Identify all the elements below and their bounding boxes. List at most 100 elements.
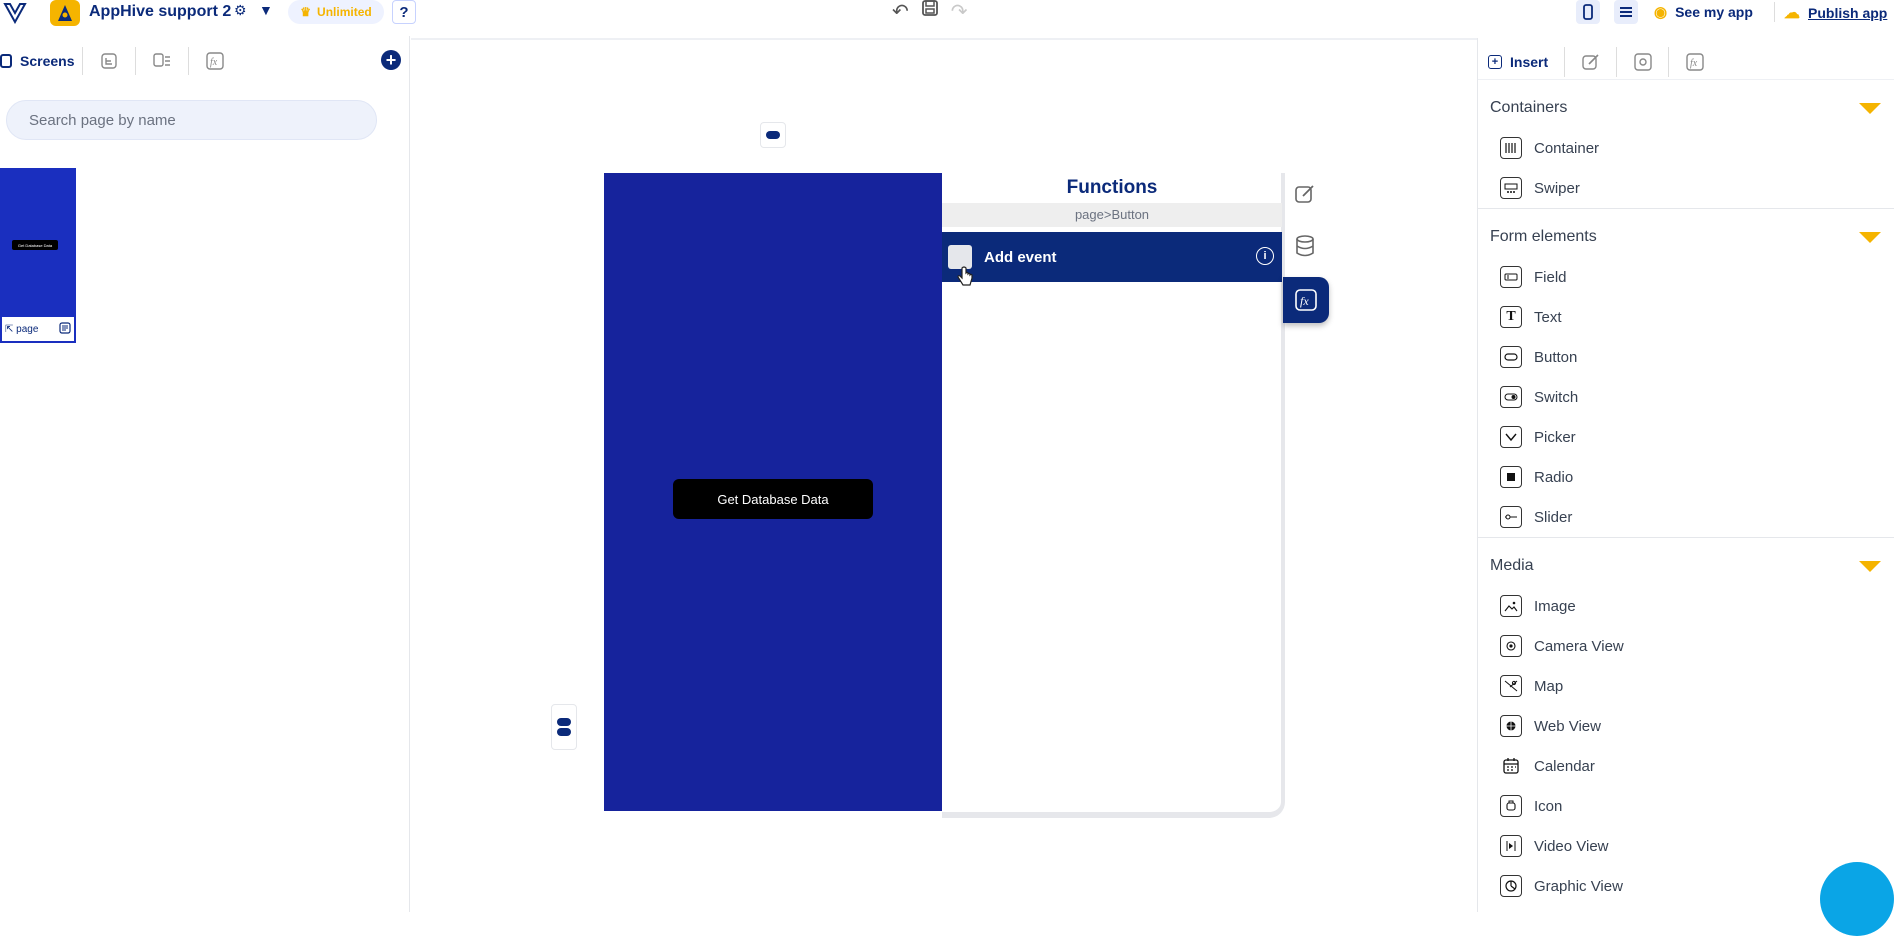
insert-item-map[interactable]: Map [1478, 666, 1894, 706]
insert-item-label: Text [1534, 308, 1562, 326]
insert-item-label: Field [1534, 268, 1567, 286]
add-screen-button[interactable]: + [381, 50, 401, 70]
edit-properties-icon[interactable] [1288, 177, 1322, 211]
insert-item-label: Container [1534, 139, 1600, 157]
divider [1774, 2, 1775, 22]
insert-item-slider[interactable]: Slider [1478, 497, 1894, 537]
gear-icon[interactable]: ⚙ [234, 2, 247, 19]
tab-edit-icon[interactable] [1565, 53, 1616, 71]
tab-data-icon[interactable] [136, 53, 188, 69]
insert-item-field[interactable]: Field [1478, 257, 1894, 297]
image-icon [1500, 595, 1522, 617]
insert-item-video-view[interactable]: Video View [1478, 826, 1894, 866]
insert-item-icon[interactable]: Icon [1478, 786, 1894, 826]
insert-item-label: Button [1534, 348, 1578, 366]
publish-app-button[interactable]: ☁ Publish app [1784, 3, 1887, 23]
tab-style-icon[interactable] [1617, 52, 1668, 71]
section-header[interactable]: Media [1478, 546, 1894, 586]
get-database-data-button[interactable]: Get Database Data [673, 479, 873, 519]
insert-item-label: Switch [1534, 388, 1579, 406]
chat-support-button[interactable] [1820, 862, 1894, 936]
publish-app-label: Publish app [1808, 5, 1888, 21]
insert-item-label: Slider [1534, 508, 1573, 526]
slider-icon [1500, 506, 1522, 528]
phone-screen-preview[interactable]: Get Database Data [604, 173, 942, 811]
insert-item-image[interactable]: Image [1478, 586, 1894, 626]
insert-panel: + Insert fx Containers Container Swiper … [1477, 38, 1894, 912]
insert-item-label: Swiper [1534, 179, 1580, 197]
insert-item-picker[interactable]: Picker [1478, 417, 1894, 457]
svg-text:fx: fx [1690, 58, 1698, 69]
section-form-elements: Form elements Field T Text Button Switch [1478, 217, 1894, 538]
plus-icon: + [1488, 54, 1502, 69]
section-containers: Containers Container Swiper [1478, 88, 1894, 209]
horizontal-resize-handle[interactable] [551, 704, 577, 750]
collapse-triangle-icon[interactable] [1859, 102, 1881, 114]
video-icon [1500, 835, 1522, 857]
add-event-row[interactable]: Add event i [942, 232, 1282, 282]
breadcrumb: page>Button [942, 203, 1282, 227]
mobile-device-icon[interactable] [1576, 0, 1600, 24]
thumbnail-footer: ⇱ page [2, 317, 74, 341]
eye-icon: ◉ [1654, 4, 1668, 21]
plan-badge[interactable]: ♛ Unlimited [288, 0, 384, 24]
history-controls: ↶ ↷ [892, 0, 968, 24]
database-icon[interactable] [1288, 229, 1322, 263]
app-name[interactable]: AppHive support 2 [89, 3, 231, 21]
insert-item-text[interactable]: T Text [1478, 297, 1894, 337]
insert-item-web-view[interactable]: Web View [1478, 706, 1894, 746]
insert-item-label: Picker [1534, 428, 1576, 446]
pie-chart-icon [1500, 875, 1522, 897]
page-label: page [16, 323, 39, 335]
screens-panel: Screens fx + Get Database Data ⇱ page [0, 36, 410, 912]
divider [1478, 537, 1894, 538]
undo-icon[interactable]: ↶ [892, 0, 909, 24]
collapse-triangle-icon[interactable] [1859, 560, 1881, 572]
thumbnail-page-label: ⇱ page [5, 323, 39, 335]
section-header[interactable]: Containers [1478, 88, 1894, 128]
tab-screens[interactable]: Screens [0, 53, 82, 69]
tab-insert[interactable]: + Insert [1478, 54, 1564, 70]
tab-functions-icon[interactable]: fx [1669, 52, 1720, 71]
page-options-icon[interactable] [59, 321, 71, 337]
insert-item-label: Image [1534, 597, 1576, 615]
insert-item-swiper[interactable]: Swiper [1478, 168, 1894, 208]
redo-icon[interactable]: ↷ [951, 0, 968, 24]
add-event-label: Add event [984, 248, 1057, 266]
left-panel-tabs: Screens fx [0, 46, 410, 76]
insert-item-container[interactable]: Container [1478, 128, 1894, 168]
collapse-triangle-icon[interactable] [1859, 231, 1881, 243]
insert-item-switch[interactable]: Switch [1478, 377, 1894, 417]
tab-screens-label: Screens [20, 53, 75, 69]
hand-cursor-icon [956, 266, 974, 294]
functions-tab-icon[interactable]: fx [1283, 277, 1329, 323]
button-icon [1500, 346, 1522, 368]
insert-item-radio[interactable]: Radio [1478, 457, 1894, 497]
screen-thumbnail[interactable]: Get Database Data ⇱ page [0, 168, 76, 343]
crown-icon: ♛ [300, 5, 312, 19]
tab-functions-icon[interactable]: fx [189, 52, 241, 70]
insert-item-label: Video View [1534, 837, 1609, 855]
layers-icon[interactable] [1614, 0, 1638, 24]
help-button[interactable]: ? [392, 0, 416, 24]
save-icon[interactable] [921, 0, 939, 23]
see-my-app-button[interactable]: ◉ See my app [1654, 3, 1753, 21]
vertical-resize-handle[interactable] [760, 122, 786, 148]
search-page-input[interactable] [6, 100, 377, 140]
info-icon[interactable]: i [1256, 247, 1274, 265]
chevron-down-icon[interactable]: ▼ [259, 2, 273, 18]
insert-item-label: Web View [1534, 717, 1601, 735]
insert-item-button[interactable]: Button [1478, 337, 1894, 377]
right-panel-tabs: + Insert fx [1478, 44, 1894, 80]
container-icon [1500, 137, 1522, 159]
tab-tree-icon[interactable] [83, 53, 135, 69]
apphive-logo-icon[interactable] [0, 0, 30, 26]
insert-item-camera-view[interactable]: Camera View [1478, 626, 1894, 666]
app-icon[interactable] [50, 0, 80, 26]
insert-item-calendar[interactable]: Calendar [1478, 746, 1894, 786]
insert-item-label: Icon [1534, 797, 1563, 815]
functions-title: Functions [1066, 177, 1158, 198]
plan-badge-label: Unlimited [317, 5, 372, 19]
insert-item-label: Camera View [1534, 637, 1624, 655]
section-header[interactable]: Form elements [1478, 217, 1894, 257]
